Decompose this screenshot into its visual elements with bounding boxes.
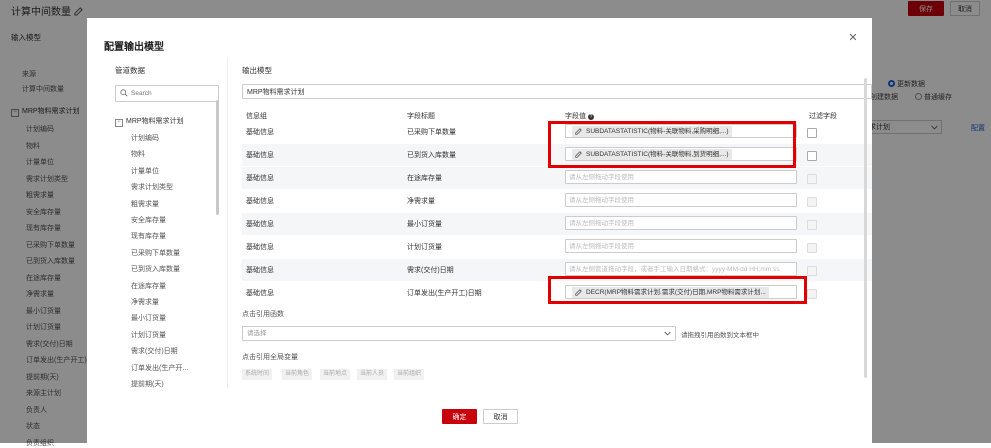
field-value-box[interactable]: 请从左侧拖动字段使用 (565, 193, 797, 207)
help-icon[interactable]: ? (588, 114, 594, 120)
tree-item[interactable]: 计划编码 (131, 133, 159, 143)
global-var-section-label: 点击引用全局变量 (242, 354, 298, 361)
global-var-tag[interactable]: 当前角色 (282, 369, 313, 380)
tree-item[interactable]: 物料 (131, 149, 145, 159)
tree-item[interactable]: 需求计划类型 (131, 182, 173, 192)
close-icon[interactable]: ✕ (846, 31, 860, 45)
tree-item[interactable]: 安全库存量 (131, 215, 166, 225)
field-value-box[interactable]: 请从左侧管道拖动字段，或者手工输入日期格式：yyyy-MM-dd HH:mm:s… (565, 262, 797, 276)
row-group: 基础信息 (246, 290, 274, 297)
filter-checkbox[interactable] (807, 174, 817, 184)
tree-item[interactable]: 粗需求量 (131, 199, 159, 209)
dialog-scrollbar[interactable] (864, 78, 867, 378)
row-group: 基础信息 (246, 267, 274, 274)
row-group: 基础信息 (246, 198, 274, 205)
global-var-tag[interactable]: 系统时间 (242, 369, 273, 380)
table-row: 基础信息 在途库存量 请从左侧拖动字段使用 (242, 167, 872, 189)
highlight-box-2 (548, 276, 807, 304)
row-field-title: 计划订货量 (407, 244, 442, 251)
table-row: 基础信息 净需求量 请从左侧拖动字段使用 (242, 190, 872, 212)
row-field-title: 订单发出(生产开工)日期 (407, 290, 482, 297)
search-input[interactable] (131, 87, 213, 99)
filter-checkbox[interactable] (807, 151, 817, 161)
filter-checkbox[interactable] (807, 128, 817, 138)
tree-item[interactable]: 需求(交付)日期 (131, 346, 178, 356)
row-field-title: 已采购下单数量 (407, 129, 456, 136)
row-field-title: 净需求量 (407, 198, 435, 205)
pipeline-data-title: 管道数据 (115, 66, 145, 75)
filter-checkbox[interactable] (807, 220, 817, 230)
row-group: 基础信息 (246, 221, 274, 228)
tree-scrollbar[interactable] (216, 100, 219, 215)
collapse-icon[interactable]: − (115, 119, 123, 127)
function-select[interactable]: 请选择 (242, 326, 676, 341)
global-var-tag[interactable]: 当前组织 (394, 369, 425, 380)
tree-item[interactable]: 计划订货量 (131, 330, 166, 340)
tree-item[interactable]: 计量单位 (131, 166, 159, 176)
search-icon (120, 89, 128, 97)
tree-root[interactable]: − MRP物料需求计划 (115, 116, 184, 127)
filter-checkbox[interactable] (807, 289, 817, 299)
row-group: 基础信息 (246, 244, 274, 251)
dialog-title: 配置输出模型 (104, 42, 164, 53)
global-var-tag[interactable]: 当前地点 (320, 369, 351, 380)
chevron-down-icon (664, 331, 671, 336)
filter-checkbox[interactable] (807, 266, 817, 276)
panel-divider (227, 58, 228, 388)
col-group: 信息组 (246, 113, 267, 120)
search-box (115, 85, 219, 102)
tree-item[interactable]: 在途库存量 (131, 281, 166, 291)
col-field-value: 字段值? (565, 113, 594, 120)
table-header: 信息组 字段标题 字段值? 过滤字段 (242, 109, 872, 121)
field-value-box[interactable]: 请从左侧拖动字段使用 (565, 239, 797, 253)
confirm-button[interactable]: 确定 (442, 409, 477, 424)
config-output-dialog: 配置输出模型 ✕ 管道数据 −MRP物料需求计划 计划编码物料计量单位需求计划类… (87, 18, 872, 443)
table-row: 基础信息 计划订货量 请从左侧拖动字段使用 (242, 236, 872, 258)
field-value-box[interactable]: 请从左侧拖动字段使用 (565, 170, 797, 184)
tree-item[interactable]: 最小订货量 (131, 313, 166, 323)
row-field-title: 在途库存量 (407, 175, 442, 182)
global-var-tag[interactable]: 当前人员 (357, 369, 388, 380)
tree-item[interactable]: 已采购下单数量 (131, 248, 180, 258)
tree-item[interactable]: 已到货入库数量 (131, 264, 180, 274)
row-field-title: 已到货入库数量 (407, 152, 456, 159)
row-group: 基础信息 (246, 152, 274, 159)
row-field-title: 最小订货量 (407, 221, 442, 228)
tree-item[interactable]: 订单发出(生产开... (131, 363, 188, 373)
tree-item[interactable]: 现有库存量 (131, 231, 166, 241)
func-section-label: 点击引用函数 (242, 311, 284, 318)
table-row: 基础信息 最小订货量 请从左侧拖动字段使用 (242, 213, 872, 235)
func-hint: 请拖拽引用函数到文本框中 (681, 332, 759, 339)
col-filter: 过滤字段 (809, 113, 837, 120)
model-name-input[interactable]: MRP物料需求计划 (242, 84, 872, 99)
dialog-cancel-button[interactable]: 取消 (483, 409, 518, 424)
row-group: 基础信息 (246, 175, 274, 182)
col-field-title: 字段标题 (407, 113, 435, 120)
tree-item[interactable]: 净需求量 (131, 297, 159, 307)
highlight-box-1 (548, 121, 796, 168)
row-group: 基础信息 (246, 129, 274, 136)
field-value-box[interactable]: 请从左侧拖动字段使用 (565, 216, 797, 230)
output-model-title: 输出模型 (242, 66, 272, 75)
filter-checkbox[interactable] (807, 243, 817, 253)
row-field-title: 需求(交付)日期 (407, 267, 454, 274)
filter-checkbox[interactable] (807, 197, 817, 207)
tree-item[interactable]: 提前期(天) (131, 379, 164, 389)
